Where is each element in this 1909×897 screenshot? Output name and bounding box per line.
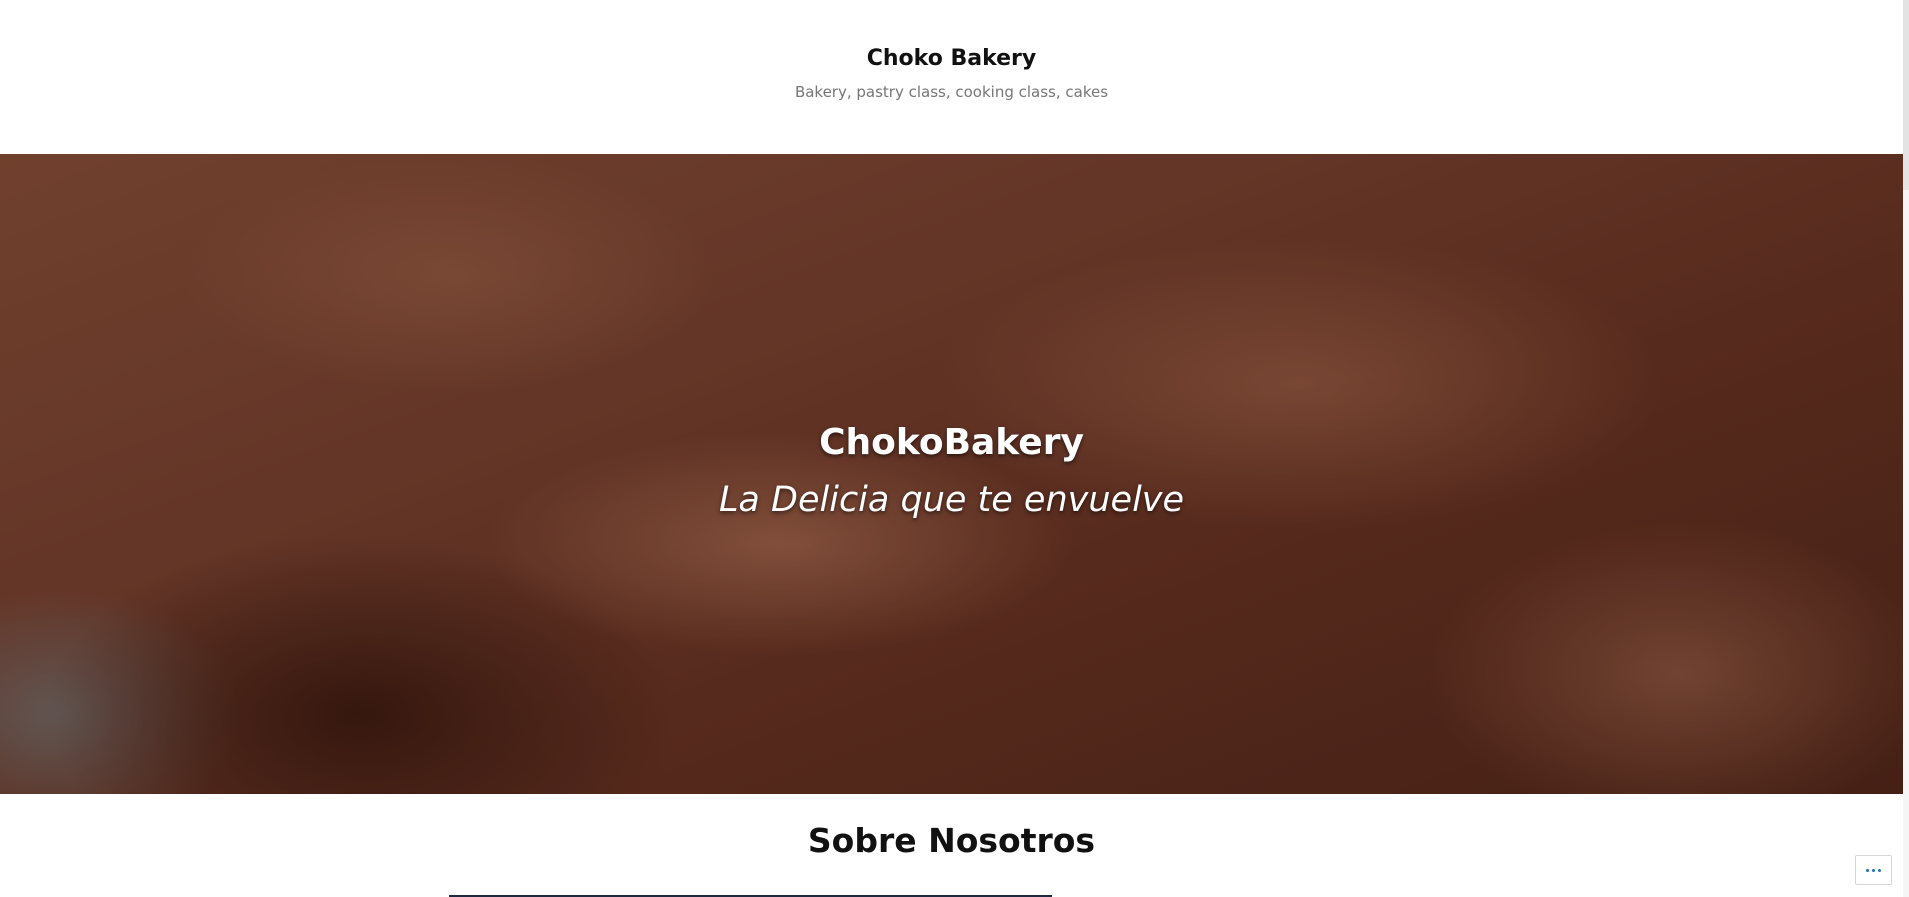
page: Choko Bakery Bakery, pastry class, cooki… — [0, 0, 1909, 897]
site-title-link[interactable]: Choko Bakery — [0, 46, 1903, 71]
more-options-button[interactable] — [1855, 855, 1892, 885]
section-heading-about: Sobre Nosotros — [807, 821, 1096, 860]
site-tagline: Bakery, pastry class, cooking class, cak… — [794, 83, 1109, 101]
hero-cover: ChokoBakery La Delicia que te envuelve — [0, 154, 1903, 794]
site-header: Choko Bakery Bakery, pastry class, cooki… — [0, 0, 1903, 154]
hero-subtitle: La Delicia que te envuelve — [718, 480, 1185, 520]
hero-title: ChokoBakery — [819, 422, 1084, 463]
page-scrollbar[interactable] — [1903, 0, 1909, 897]
scrollbar-thumb[interactable] — [1903, 0, 1909, 190]
ellipsis-icon — [1866, 868, 1881, 872]
hero-overlay — [0, 154, 1903, 794]
